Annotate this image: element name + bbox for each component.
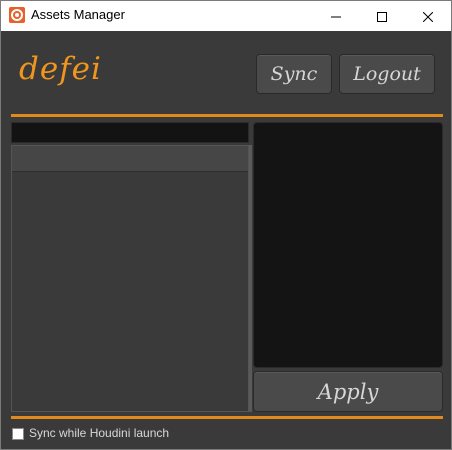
sync-button[interactable]: Sync	[256, 54, 332, 94]
asset-list[interactable]	[11, 145, 249, 412]
close-button[interactable]	[405, 1, 451, 31]
assets-manager-window: Assets Manager defei Sync Logout Apply S…	[0, 0, 452, 450]
apply-button[interactable]: Apply	[253, 371, 443, 412]
maximize-icon	[377, 7, 387, 26]
footer-divider	[11, 416, 443, 419]
logout-button[interactable]: Logout	[339, 54, 435, 94]
panel-splitter[interactable]	[249, 145, 252, 412]
asset-search-input[interactable]	[11, 122, 249, 143]
houdini-icon	[9, 7, 25, 23]
sync-on-launch-checkbox[interactable]	[12, 428, 24, 440]
sync-on-launch-label: Sync while Houdini launch	[29, 426, 170, 440]
maximize-button[interactable]	[359, 1, 405, 31]
asset-list-header[interactable]	[12, 146, 248, 172]
close-icon	[422, 7, 434, 26]
username-label: defei	[19, 51, 102, 87]
window-title: Assets Manager	[31, 7, 125, 22]
minimize-icon	[331, 7, 341, 26]
asset-preview-panel	[253, 122, 443, 368]
minimize-button[interactable]	[313, 1, 359, 31]
header-divider	[11, 114, 443, 117]
title-bar[interactable]: Assets Manager	[1, 1, 451, 31]
